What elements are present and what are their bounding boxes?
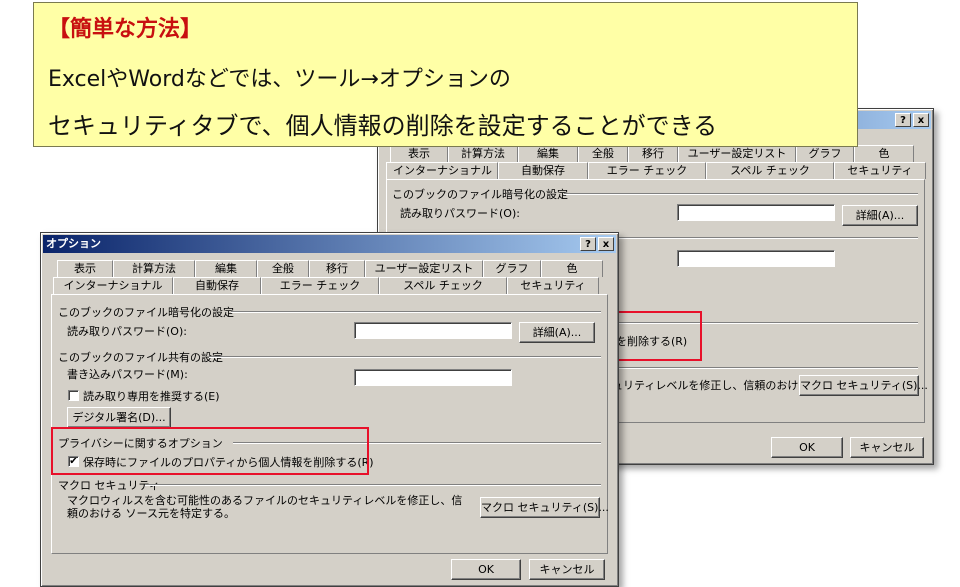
tab-chart[interactable]: グラフ	[796, 145, 854, 162]
tab-custom-lists[interactable]: ユーザー設定リスト	[365, 260, 483, 277]
tab-error-checking[interactable]: エラー チェック	[588, 162, 706, 179]
divider	[564, 193, 918, 195]
dialog-title: オプション	[46, 237, 101, 250]
read-password-input[interactable]	[354, 322, 512, 339]
close-button[interactable]: x	[913, 113, 929, 127]
back-write-password-input[interactable]	[677, 250, 835, 267]
macro-description: マクロウィルスを含む可能性のあるファイルのセキュリティレベルを修正し、信頼のおけ…	[67, 494, 463, 520]
write-password-input[interactable]	[354, 369, 512, 386]
tab-view[interactable]: 表示	[390, 145, 448, 162]
privacy-highlight-box	[51, 427, 369, 475]
macro-security-button[interactable]: マクロ セキュリティ(S)...	[480, 497, 609, 518]
encrypt-group-label: このブックのファイル暗号化の設定	[58, 306, 234, 319]
back-ok-button[interactable]: OK	[771, 437, 843, 458]
tab-autosave[interactable]: 自動保存	[498, 162, 588, 179]
tab-general[interactable]: 全般	[257, 260, 309, 277]
divider	[145, 484, 601, 486]
tab-spelling[interactable]: スペル チェック	[706, 162, 834, 179]
ok-button[interactable]: OK	[451, 559, 521, 580]
back-read-password-input[interactable]	[677, 204, 835, 221]
tab-autosave[interactable]: 自動保存	[173, 277, 261, 294]
tab-transition[interactable]: 移行	[309, 260, 365, 277]
back-tab-row-1: 表示 計算方法 編集 全般 移行 ユーザー設定リスト グラフ 色	[390, 145, 914, 162]
tab-color[interactable]: 色	[541, 260, 603, 277]
back-advanced-button[interactable]: 詳細(A)...	[842, 205, 918, 226]
share-group-label: このブックのファイル共有の設定	[58, 351, 223, 364]
back-macro-security-button[interactable]: マクロ セキュリティ(S)...	[799, 375, 928, 396]
explanation-callout: 【簡単な方法】 ExcelやWordなどでは、ツール→オプションの セキュリティ…	[33, 2, 858, 147]
back-tab-row-2: インターナショナル 自動保存 エラー チェック スペル チェック セキュリティ	[386, 162, 926, 179]
tab-security[interactable]: セキュリティ	[834, 162, 926, 179]
read-password-label: 読み取りパスワード(O):	[67, 325, 187, 338]
tab-calculation[interactable]: 計算方法	[448, 145, 518, 162]
tab-error-checking[interactable]: エラー チェック	[261, 277, 379, 294]
close-button[interactable]: x	[598, 237, 614, 251]
dialog-title-bar[interactable]: オプション ? x	[43, 235, 616, 253]
tab-spelling[interactable]: スペル チェック	[379, 277, 507, 294]
callout-line-2: セキュリティタブで、個人情報の削除を設定することができる	[48, 112, 718, 140]
tab-calculation[interactable]: 計算方法	[113, 260, 195, 277]
tab-edit[interactable]: 編集	[518, 145, 578, 162]
write-password-label: 書き込みパスワード(M):	[67, 368, 188, 381]
tab-edit[interactable]: 編集	[195, 260, 257, 277]
tab-general[interactable]: 全般	[578, 145, 628, 162]
options-dialog: オプション ? x 表示 計算方法 編集 全般 移行 ユーザー設定リスト グラフ…	[40, 232, 619, 587]
advanced-button[interactable]: 詳細(A)...	[519, 322, 595, 343]
help-button[interactable]: ?	[580, 237, 596, 251]
back-highlight-box	[610, 311, 702, 361]
tab-row-2: インターナショナル 自動保存 エラー チェック スペル チェック セキュリティ	[53, 277, 599, 294]
tab-color[interactable]: 色	[854, 145, 914, 162]
tab-international[interactable]: インターナショナル	[53, 277, 173, 294]
tab-international[interactable]: インターナショナル	[386, 162, 498, 179]
help-button[interactable]: ?	[895, 113, 911, 127]
tab-security[interactable]: セキュリティ	[507, 277, 599, 294]
tab-chart[interactable]: グラフ	[483, 260, 541, 277]
cancel-button[interactable]: キャンセル	[529, 559, 605, 580]
readonly-recommend-checkbox[interactable]	[68, 390, 79, 401]
divider	[209, 356, 601, 358]
divider	[608, 367, 918, 369]
back-macro-text-fragment: ュリティレベルを修正し、信頼のおける	[612, 379, 810, 392]
back-encrypt-group-label: このブックのファイル暗号化の設定	[392, 188, 568, 201]
back-cancel-button[interactable]: キャンセル	[850, 437, 924, 458]
tab-view[interactable]: 表示	[57, 260, 113, 277]
divider	[231, 311, 601, 313]
tab-custom-lists[interactable]: ユーザー設定リスト	[678, 145, 796, 162]
digital-signature-button[interactable]: デジタル署名(D)...	[67, 407, 171, 428]
callout-line-1: ExcelやWordなどでは、ツール→オプションの	[48, 67, 511, 92]
tab-row-1: 表示 計算方法 編集 全般 移行 ユーザー設定リスト グラフ 色	[57, 260, 603, 277]
back-read-password-label: 読み取りパスワード(O):	[400, 207, 520, 220]
tab-transition[interactable]: 移行	[628, 145, 678, 162]
callout-heading: 【簡単な方法】	[48, 17, 203, 42]
readonly-recommend-label[interactable]: 読み取り専用を推奨する(E)	[83, 388, 220, 404]
